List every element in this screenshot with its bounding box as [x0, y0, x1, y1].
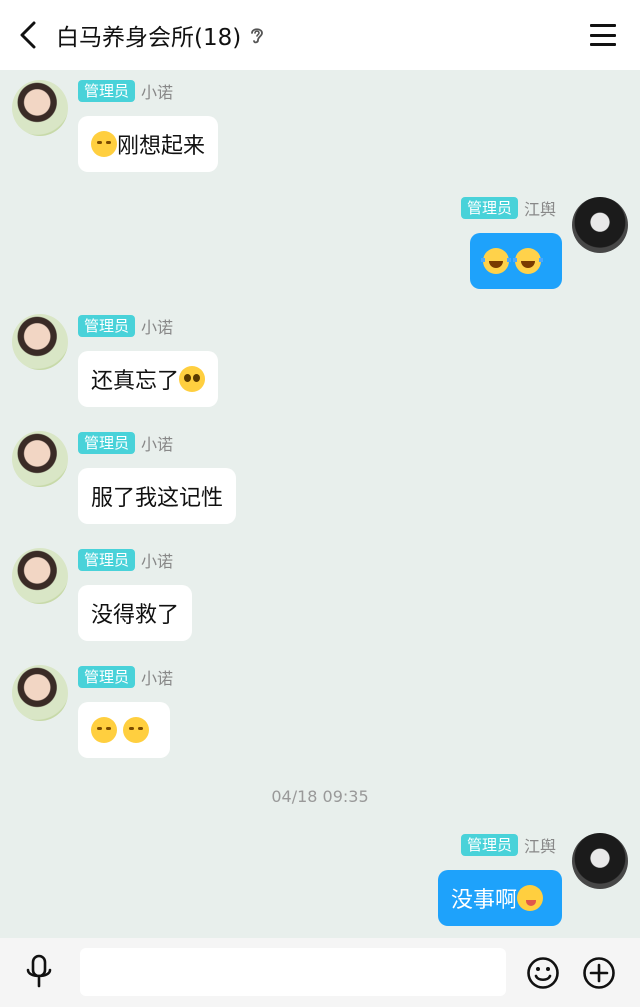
sender-meta: 管理员 小诺 — [78, 432, 173, 454]
admin-badge: 管理员 — [78, 432, 136, 454]
admin-badge: 管理员 — [78, 666, 136, 688]
message-text: 没得救了 — [91, 603, 180, 628]
avatar[interactable] — [12, 431, 68, 487]
message-bubble[interactable]: 没得救了 — [78, 585, 193, 641]
hamburger-menu-icon — [590, 24, 616, 27]
sender-name[interactable]: 小诺 — [141, 548, 173, 572]
admin-badge: 管理员 — [78, 80, 136, 102]
message-text: 还真忘了 — [91, 369, 180, 394]
laughing-tears-emoji-icon — [481, 248, 511, 274]
blush-emoji-icon — [91, 717, 117, 743]
message-timestamp: 04/18 09:35 — [271, 787, 369, 806]
sender-name[interactable]: 小诺 — [141, 431, 173, 455]
avatar[interactable] — [12, 665, 68, 721]
sender-name[interactable]: 小诺 — [141, 314, 173, 338]
avatar[interactable] — [572, 833, 628, 889]
message-bubble[interactable]: 刚想起来 — [78, 116, 219, 172]
sender-meta: 管理员 江舆 — [460, 196, 556, 220]
message-list[interactable]: 管理员 小诺 刚想起来 管理员 江舆 管理员 小诺 还真忘了 管理员 小诺 服了… — [0, 70, 640, 938]
message-text: 服了我这记性 — [91, 486, 224, 511]
avatar[interactable] — [572, 197, 628, 253]
sender-meta: 管理员 江舆 — [460, 833, 556, 857]
admin-badge: 管理员 — [460, 834, 518, 856]
sender-meta: 管理员 小诺 — [78, 315, 173, 337]
message-text: 刚想起来 — [117, 134, 206, 159]
chat-title: 白马养身会所(18) — [56, 25, 242, 51]
message-bubble[interactable]: 服了我这记性 — [78, 468, 237, 524]
tongue-wink-emoji-icon — [517, 885, 544, 911]
back-button[interactable] — [14, 20, 42, 50]
plus-circle-icon — [583, 957, 615, 989]
chevron-left-icon — [20, 21, 36, 49]
emoji-button[interactable] — [526, 956, 560, 990]
blush-emoji-icon — [91, 131, 117, 157]
chat-title-row: 白马养身会所(18) — [56, 0, 265, 70]
sender-meta: 管理员 小诺 — [78, 549, 173, 571]
voice-button[interactable] — [22, 954, 56, 990]
sender-name[interactable]: 小诺 — [141, 79, 173, 103]
message-bubble[interactable] — [78, 702, 170, 758]
message-bubble[interactable] — [470, 233, 562, 289]
admin-badge: 管理员 — [78, 315, 136, 337]
avatar[interactable] — [12, 548, 68, 604]
smiley-icon — [527, 957, 559, 989]
admin-badge: 管理员 — [460, 197, 518, 219]
sender-name[interactable]: 江舆 — [524, 833, 556, 857]
more-actions-button[interactable] — [582, 956, 616, 990]
sender-name[interactable]: 小诺 — [141, 665, 173, 689]
message-bubble[interactable]: 还真忘了 — [78, 351, 219, 407]
admin-badge: 管理员 — [78, 549, 136, 571]
message-bubble[interactable]: 没事啊 — [438, 870, 562, 926]
sender-meta: 管理员 小诺 — [78, 80, 173, 102]
blush-emoji-icon — [123, 717, 149, 743]
message-input[interactable] — [80, 948, 506, 996]
ear-icon — [249, 25, 265, 45]
avatar[interactable] — [12, 80, 68, 136]
avatar[interactable] — [12, 314, 68, 370]
input-bar — [0, 938, 640, 1007]
menu-button[interactable] — [590, 22, 616, 48]
sender-name[interactable]: 江舆 — [524, 196, 556, 220]
pleading-face-emoji-icon — [179, 366, 206, 392]
sender-meta: 管理员 小诺 — [78, 666, 173, 688]
laughing-tears-emoji-icon — [513, 248, 543, 274]
message-text: 没事啊 — [451, 888, 518, 913]
chat-header: 白马养身会所(18) — [0, 0, 640, 70]
microphone-icon — [26, 954, 52, 988]
